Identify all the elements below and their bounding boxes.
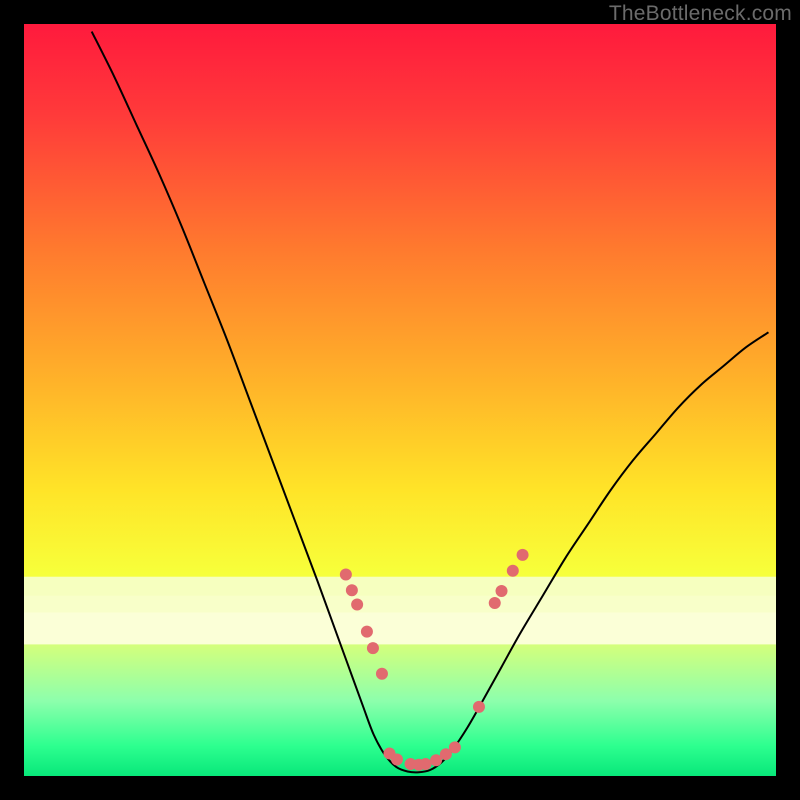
bottom-bands bbox=[24, 577, 776, 645]
marker-dot bbox=[376, 668, 388, 680]
marker-dot bbox=[367, 642, 379, 654]
marker-dot bbox=[473, 701, 485, 713]
marker-dot bbox=[391, 753, 403, 765]
marker-dot bbox=[449, 741, 461, 753]
marker-dot bbox=[517, 549, 529, 561]
marker-dot bbox=[496, 585, 508, 597]
marker-dot bbox=[340, 568, 352, 580]
marker-dot bbox=[351, 599, 363, 611]
marker-dot bbox=[420, 758, 432, 770]
marker-dot bbox=[361, 626, 373, 638]
marker-dot bbox=[489, 597, 501, 609]
chart-frame bbox=[24, 24, 776, 776]
chart-background bbox=[24, 24, 776, 776]
watermark-text: TheBottleneck.com bbox=[609, 2, 792, 26]
marker-dot bbox=[507, 565, 519, 577]
bottleneck-chart bbox=[24, 24, 776, 776]
marker-dot bbox=[346, 584, 358, 596]
